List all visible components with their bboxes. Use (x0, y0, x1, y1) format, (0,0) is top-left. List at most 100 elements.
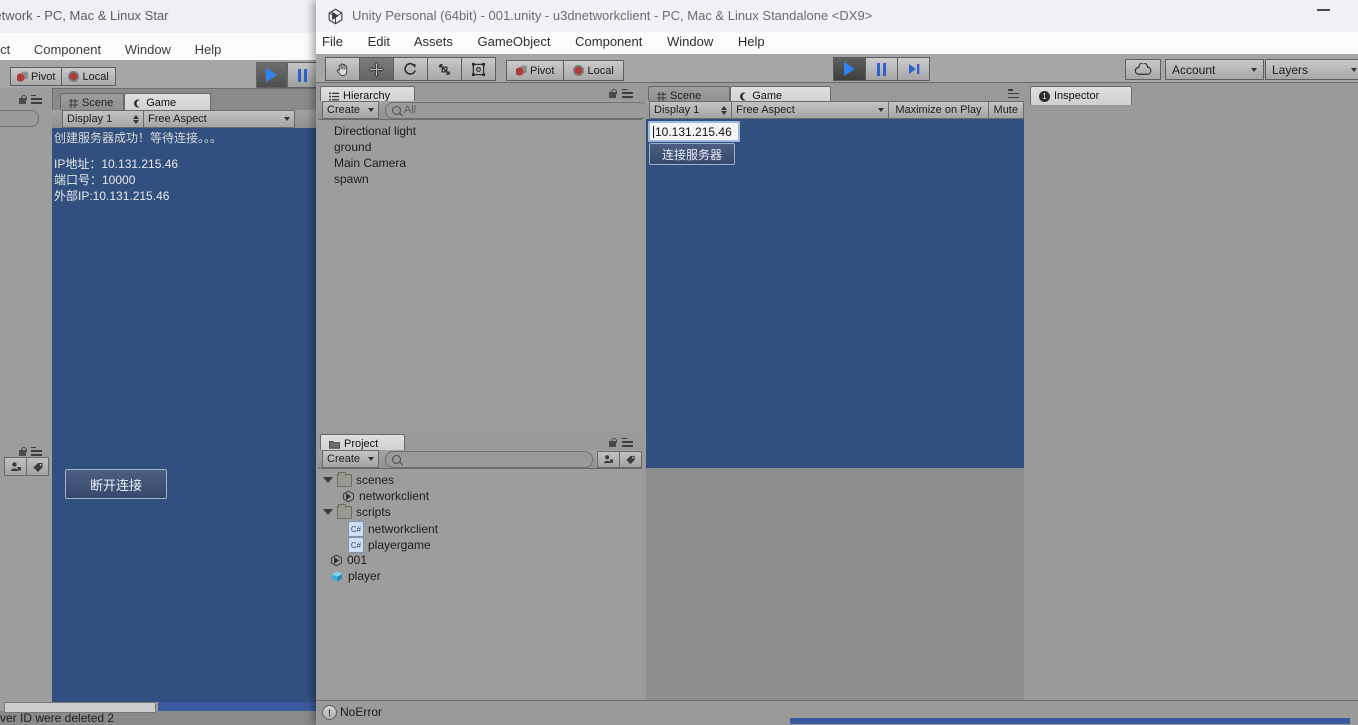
background-unity-window[interactable]: workserver.unity - u3dnetwork - PC, Mac … (0, 0, 318, 724)
background-blue-bar (158, 702, 316, 711)
layers-label: Layers (1272, 62, 1309, 77)
project-item-label: player (348, 569, 381, 583)
scale-tool-button[interactable] (428, 57, 462, 81)
project-search-input[interactable] (385, 450, 593, 468)
hierarchy-toolbar[interactable]: Create All (318, 101, 648, 120)
cloud-services-button[interactable] (1125, 59, 1161, 80)
menu-item-assets[interactable]: Assets (414, 34, 453, 49)
background-search-field[interactable] (0, 110, 39, 127)
minimize-button[interactable] (1317, 9, 1330, 11)
filter-by-type-icon[interactable] (597, 450, 620, 468)
play-button[interactable] (833, 57, 866, 81)
expand-triangle-icon[interactable] (323, 477, 333, 483)
background-pivot-button[interactable]: Pivot (10, 67, 63, 86)
tab-inspector[interactable]: 1 Inspector (1030, 86, 1133, 105)
account-dropdown[interactable]: Account (1165, 59, 1264, 80)
play-controls-group[interactable] (833, 57, 930, 81)
background-menu-item-2[interactable]: Window (125, 42, 171, 57)
background-display-dropdown[interactable]: Display 1 (62, 110, 145, 128)
hierarchy-item-directional-light[interactable]: Directional light (334, 124, 416, 138)
menu-item-component[interactable]: Component (575, 34, 642, 49)
pivot-button[interactable]: Pivot (506, 60, 565, 81)
main-menu[interactable]: File Edit Assets GameObject Component Wi… (322, 34, 786, 49)
background-play-button[interactable] (256, 62, 287, 88)
project-item-networkclient-scene[interactable]: networkclient (342, 489, 429, 503)
hierarchy-item-ground[interactable]: ground (334, 140, 371, 154)
background-tabstrip[interactable]: Scene Game (60, 92, 212, 112)
project-create-label: Create (327, 453, 361, 465)
lock-icon[interactable] (18, 94, 27, 104)
lock-icon[interactable] (608, 437, 617, 447)
background-pause-button[interactable] (287, 62, 318, 88)
expand-triangle-icon[interactable] (323, 509, 333, 515)
display-dropdown[interactable]: Display 1 (649, 101, 733, 119)
background-play-controls[interactable] (256, 62, 318, 88)
menu-item-gameobject[interactable]: GameObject (478, 34, 551, 49)
aspect-dropdown[interactable]: Free Aspect (732, 101, 890, 119)
project-filter-buttons[interactable] (597, 450, 642, 468)
background-local-button[interactable]: Local (62, 67, 116, 86)
pause-button[interactable] (866, 57, 898, 81)
rotate-tool-button[interactable] (394, 57, 428, 81)
menu-item-file[interactable]: File (322, 34, 343, 49)
scene-game-panel-menu[interactable] (1008, 89, 1019, 98)
background-panel-lock-group[interactable] (18, 94, 42, 104)
menu-item-edit[interactable]: Edit (368, 34, 390, 49)
background-menu[interactable]: ject Component Window Help (0, 42, 241, 57)
hierarchy-item-main-camera[interactable]: Main Camera (334, 156, 406, 170)
project-tree[interactable]: scenes networkclient scripts C# networkc… (318, 469, 642, 698)
project-item-player-prefab[interactable]: player (330, 569, 381, 583)
mute-audio-toggle[interactable]: Mute (988, 101, 1024, 119)
filter-by-label-icon[interactable] (27, 457, 49, 476)
local-button[interactable]: Local (564, 60, 624, 81)
project-create-button[interactable]: Create (322, 450, 380, 468)
project-panel-controls[interactable] (608, 437, 633, 447)
project-item-scripts[interactable]: scripts (323, 503, 391, 519)
disconnect-button[interactable]: 断开连接 (65, 469, 167, 499)
background-gameview-toolbar[interactable]: Display 1 Free Aspect (52, 110, 318, 129)
hierarchy-search-input[interactable]: All (384, 101, 648, 119)
project-toolbar[interactable]: Create (318, 450, 642, 469)
maximize-on-play-toggle[interactable]: Maximize on Play (889, 101, 989, 119)
project-item-scenes[interactable]: scenes (323, 471, 394, 487)
menu-item-help[interactable]: Help (738, 34, 765, 49)
panel-menu-icon[interactable] (31, 446, 42, 456)
layers-dropdown[interactable]: Layers (1265, 59, 1358, 80)
step-button[interactable] (898, 57, 930, 81)
hierarchy-create-button[interactable]: Create (322, 101, 379, 119)
background-menu-item-3[interactable]: Help (195, 42, 222, 57)
ip-address-input[interactable]: 10.131.215.46 (648, 121, 740, 142)
lock-icon[interactable] (608, 88, 617, 98)
transform-tools-group[interactable] (325, 57, 496, 81)
panel-menu-icon[interactable] (622, 88, 633, 98)
background-project-buttons[interactable] (4, 457, 49, 476)
background-project-lock-group[interactable] (18, 446, 42, 456)
rect-tool-button[interactable] (462, 57, 496, 81)
hierarchy-tree[interactable]: Directional light ground Main Camera spa… (318, 120, 642, 434)
background-aspect-dropdown[interactable]: Free Aspect (144, 110, 296, 128)
panel-menu-icon[interactable] (31, 94, 42, 104)
info-icon[interactable]: ! (322, 705, 337, 720)
lock-icon[interactable] (18, 446, 27, 456)
background-menu-item-0[interactable]: ject (0, 42, 10, 57)
project-item-playergame-script[interactable]: C# playergame (348, 537, 431, 553)
inspector-tabstrip[interactable]: 1 Inspector (1030, 85, 1133, 105)
filter-by-label-icon[interactable] (620, 450, 642, 468)
menu-item-window[interactable]: Window (667, 34, 713, 49)
connect-server-button[interactable]: 连接服务器 (649, 143, 735, 165)
move-tool-button[interactable] (360, 57, 394, 81)
panel-menu-icon[interactable] (1008, 89, 1019, 98)
panel-menu-icon[interactable] (622, 437, 633, 447)
project-item-001-scene[interactable]: 001 (330, 553, 367, 567)
hierarchy-panel-controls[interactable] (608, 88, 633, 98)
filter-by-type-icon[interactable] (4, 457, 27, 476)
hierarchy-item-spawn[interactable]: spawn (334, 172, 369, 186)
background-game-view[interactable]: 创建服务器成功！等待连接。。。 IP地址：10.131.215.46 端口号：1… (52, 128, 318, 702)
game-view[interactable]: 10.131.215.46 连接服务器 (646, 119, 1024, 468)
pivot-local-group[interactable]: Pivot Local (506, 60, 624, 81)
hand-tool-button[interactable] (325, 57, 360, 81)
background-pivot-group[interactable]: Pivot Local (10, 67, 116, 86)
project-item-networkclient-script[interactable]: C# networkclient (348, 521, 438, 537)
gameview-toolbar[interactable]: Display 1 Free Aspect Maximize on Play M… (646, 101, 1024, 120)
background-menu-item-1[interactable]: Component (34, 42, 101, 57)
